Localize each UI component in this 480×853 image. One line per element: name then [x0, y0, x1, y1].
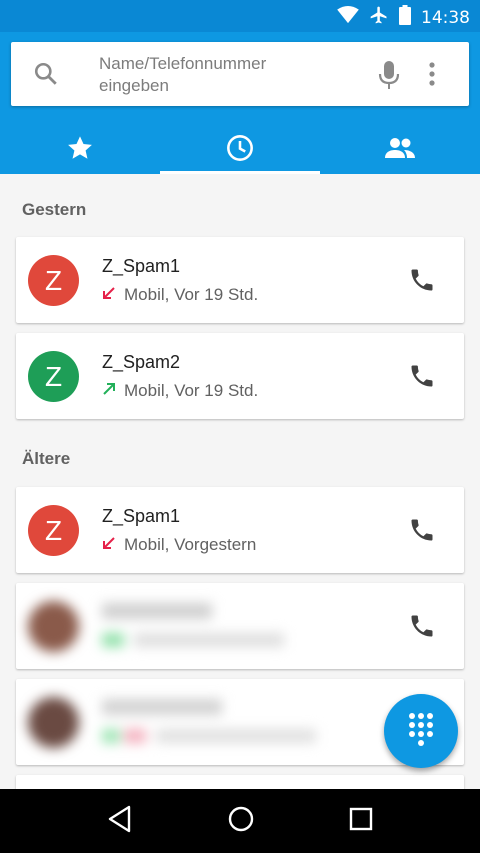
missed-call-icon — [102, 285, 116, 305]
app-bar: Name/Telefonnummer eingeben — [0, 32, 480, 174]
outgoing-call-icon — [102, 381, 116, 401]
contact-name: Z_Spam1 — [102, 506, 181, 526]
call-detail-text: Mobil, Vor 19 Std. — [124, 285, 259, 304]
call-log-item[interactable]: Z Z_Spam1 Mobil, Vor 19 Std. — [16, 237, 464, 323]
contact-name: Z_Spam1 — [102, 256, 181, 276]
search-bar[interactable]: Name/Telefonnummer eingeben — [11, 42, 469, 106]
avatar — [28, 697, 79, 748]
dialpad-button[interactable] — [384, 694, 458, 768]
tab-recents[interactable] — [160, 126, 320, 174]
call-details: Mobil, Vorgestern — [102, 535, 256, 555]
redacted-icon — [102, 729, 120, 743]
tab-contacts[interactable] — [320, 126, 480, 174]
back-icon[interactable] — [107, 805, 133, 838]
redacted-detail — [156, 729, 316, 743]
section-header-older: Ältere — [22, 449, 71, 468]
avatar[interactable]: Z — [28, 505, 79, 556]
avatar[interactable]: Z — [28, 255, 79, 306]
search-input[interactable]: Name/Telefonnummer eingeben — [99, 53, 319, 97]
status-time: 14:38 — [421, 7, 470, 28]
airplane-mode-icon — [369, 5, 389, 30]
redacted-icon — [102, 633, 124, 647]
call-details: Mobil, Vor 19 Std. — [102, 285, 258, 305]
call-log-item-partial[interactable] — [16, 775, 464, 789]
battery-icon — [399, 5, 411, 30]
call-detail-text: Mobil, Vor 19 Std. — [124, 381, 259, 400]
missed-call-icon — [102, 535, 116, 555]
star-icon — [66, 134, 94, 167]
search-icon[interactable] — [33, 61, 59, 92]
microphone-icon[interactable] — [377, 60, 401, 95]
section-header-yesterday: Gestern — [22, 200, 87, 219]
phone-icon[interactable] — [408, 266, 436, 299]
redacted-name — [102, 699, 222, 715]
tab-bar — [0, 126, 480, 174]
dialpad-icon — [407, 712, 435, 751]
contacts-icon — [384, 136, 416, 165]
wifi-icon — [337, 6, 359, 29]
call-log-item[interactable]: Z Z_Spam1 Mobil, Vorgestern — [16, 487, 464, 573]
call-details: Mobil, Vor 19 Std. — [102, 381, 258, 401]
phone-icon[interactable] — [408, 362, 436, 395]
redacted-name — [102, 603, 212, 619]
avatar[interactable]: Z — [28, 351, 79, 402]
status-bar: 14:38 — [0, 0, 480, 32]
navigation-bar — [0, 789, 480, 853]
phone-icon[interactable] — [408, 516, 436, 549]
call-log-item-blurred[interactable] — [16, 583, 464, 669]
redacted-icon — [124, 729, 146, 743]
avatar — [28, 601, 79, 652]
contact-name: Z_Spam2 — [102, 352, 181, 372]
recents-icon[interactable] — [349, 807, 373, 836]
home-icon[interactable] — [227, 805, 255, 838]
tab-favorites[interactable] — [0, 126, 160, 174]
call-detail-text: Mobil, Vorgestern — [124, 535, 257, 554]
redacted-detail — [134, 633, 284, 647]
clock-icon — [226, 134, 254, 167]
more-options-icon[interactable] — [424, 60, 440, 93]
call-log-item[interactable]: Z Z_Spam2 Mobil, Vor 19 Std. — [16, 333, 464, 419]
phone-icon[interactable] — [408, 612, 436, 645]
